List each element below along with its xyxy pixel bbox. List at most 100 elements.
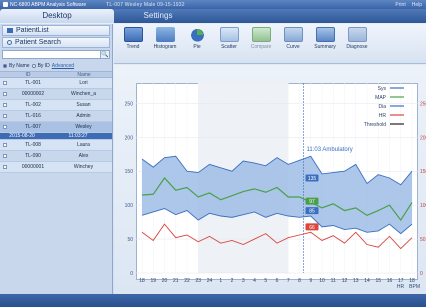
chart-bottom-controls: HR BPM (397, 284, 420, 290)
cursor-annotation: 11:03 Ambulatory (307, 147, 353, 153)
x-tick-label: 20 (162, 278, 168, 284)
patient-name: Susan (76, 102, 91, 108)
patient-row[interactable]: TL-090 Alex (0, 151, 112, 162)
status-bar (0, 294, 426, 307)
y-tick-label-left: 200 (125, 135, 134, 141)
trend-chart-icon (123, 27, 143, 42)
patient-name: Winchey (73, 164, 94, 170)
toolbar-compare-button[interactable]: Compare (250, 27, 272, 50)
y-tick-label-left: 0 (130, 271, 133, 277)
toolbar-label: Pie (193, 44, 201, 50)
toolbar-histogram-button[interactable]: Histogram (154, 27, 176, 50)
y-tick-label-right: 200 (420, 135, 426, 141)
patient-name: Alex (78, 153, 89, 159)
patient-row[interactable]: 2015-08-20 11:03:27 (0, 133, 112, 140)
x-tick-label: 19 (150, 278, 156, 284)
tab-desktop[interactable]: Desktop (0, 9, 114, 23)
x-tick-label: 13 (353, 278, 359, 284)
radio-by-id[interactable] (31, 64, 36, 68)
y-tick-label-left: 50 (127, 237, 133, 243)
x-tick-label: 16 (387, 278, 393, 284)
patient-name: 11:03:27 (68, 133, 88, 139)
app-window: NC-6800 ABPM Analysis Software TL-007 We… (0, 0, 426, 307)
toolbar-label: Summary (314, 44, 336, 50)
app-logo-icon (3, 2, 8, 7)
patient-row[interactable]: TL-001 Lori (0, 78, 112, 89)
patient-id: 00000002 (21, 91, 45, 97)
legend-label: MAP (375, 95, 387, 101)
compare-icon (251, 27, 271, 42)
row-checkbox[interactable] (3, 114, 7, 118)
toolbar-label: Scatter (221, 44, 237, 50)
x-tick-label: 23 (195, 278, 201, 284)
diagnose-icon (347, 27, 367, 42)
patient-row[interactable]: TL-007 Wesley (0, 122, 112, 133)
x-tick-label: 9 (309, 278, 312, 284)
value-marker-label: 85 (309, 209, 315, 215)
patient-row[interactable]: 00000001 Winchey (0, 162, 112, 173)
toolbar-trend-button[interactable]: Trend (122, 27, 144, 50)
search-input[interactable] (2, 50, 110, 59)
patient-id: TL-007 (25, 124, 41, 130)
hr-toggle[interactable]: HR (397, 284, 404, 290)
x-tick-label: 10 (319, 278, 325, 284)
row-checkbox[interactable] (3, 92, 7, 96)
patient-row[interactable]: TL-008 Laura (0, 140, 112, 151)
search-go-button[interactable]: 🔍 (100, 51, 109, 58)
y-tick-label-right: 50 (420, 237, 426, 243)
advanced-link[interactable]: Advanced (52, 63, 74, 69)
radio-by-name[interactable] (3, 64, 7, 68)
row-checkbox[interactable] (3, 103, 7, 107)
patient-list-header: ID Name (0, 71, 112, 78)
row-checkbox[interactable] (3, 125, 7, 129)
value-marker-label: 97 (309, 199, 315, 205)
histogram-icon (155, 27, 175, 42)
toolbar-curve-button[interactable]: Curve (282, 27, 304, 50)
print-button[interactable]: Print (395, 2, 405, 8)
value-marker-label: 135 (308, 176, 317, 182)
row-checkbox[interactable] (3, 143, 7, 147)
pie-chart-icon (187, 27, 207, 42)
patient-id: TL-090 (25, 153, 41, 159)
radio-by-name-label: By Name (9, 63, 30, 69)
x-tick-label: 8 (298, 278, 301, 284)
list-icon (7, 28, 13, 33)
column-id: ID (25, 72, 31, 78)
radio-by-id-label: By ID (37, 63, 50, 69)
y-tick-label-left: 150 (125, 169, 134, 175)
row-checkbox[interactable] (3, 81, 7, 85)
patient-id: 2015-08-20 (9, 133, 35, 139)
x-tick-label: 21 (173, 278, 179, 284)
x-tick-label: 24 (207, 278, 213, 284)
toolbar-diagnose-button[interactable]: Diagnose (346, 27, 368, 50)
patient-name: Wesley (75, 124, 92, 130)
y-tick-label-left: 100 (125, 203, 134, 209)
x-tick-label: 15 (375, 278, 381, 284)
legend-label: HR (379, 113, 387, 119)
patient-row[interactable]: 00000002 Winchen_a (0, 89, 112, 100)
title-bar: NC-6800 ABPM Analysis Software TL-007 We… (0, 0, 426, 9)
bpm-toggle[interactable]: BPM (409, 284, 420, 290)
patient-name: Admin (76, 113, 91, 119)
toolbar-summary-button[interactable]: Summary (314, 27, 336, 50)
legend-label: Threshold (364, 122, 386, 128)
x-tick-label: 3 (242, 278, 245, 284)
x-tick-label: 18 (139, 278, 145, 284)
row-checkbox[interactable] (3, 154, 7, 158)
toolbar-pie-button[interactable]: Pie (186, 27, 208, 50)
patient-row[interactable]: TL-002 Susan (0, 100, 112, 111)
toolbar-scatter-button[interactable]: Scatter (218, 27, 240, 50)
tab-settings[interactable]: Settings (114, 9, 202, 23)
patient-list: TL-001 Lori 00000002 Winchen_a TL-002 Susan TL… (0, 78, 112, 173)
help-button[interactable]: Help (412, 2, 422, 8)
patient-name: Winchen_a (70, 91, 96, 97)
patient-info: TL-007 Wesley Male 09-15-1932 (106, 1, 185, 8)
patient-list-label: PatientList (16, 27, 49, 34)
column-name: Name (77, 72, 91, 78)
patient-id: 00000001 (21, 164, 45, 170)
y-tick-label-right: 100 (420, 203, 426, 209)
patient-list-button[interactable]: PatientList (2, 25, 110, 36)
row-checkbox[interactable] (3, 165, 7, 169)
patient-search-button[interactable]: Patient Search (2, 37, 110, 48)
patient-row[interactable]: TL-016 Admin (0, 111, 112, 122)
